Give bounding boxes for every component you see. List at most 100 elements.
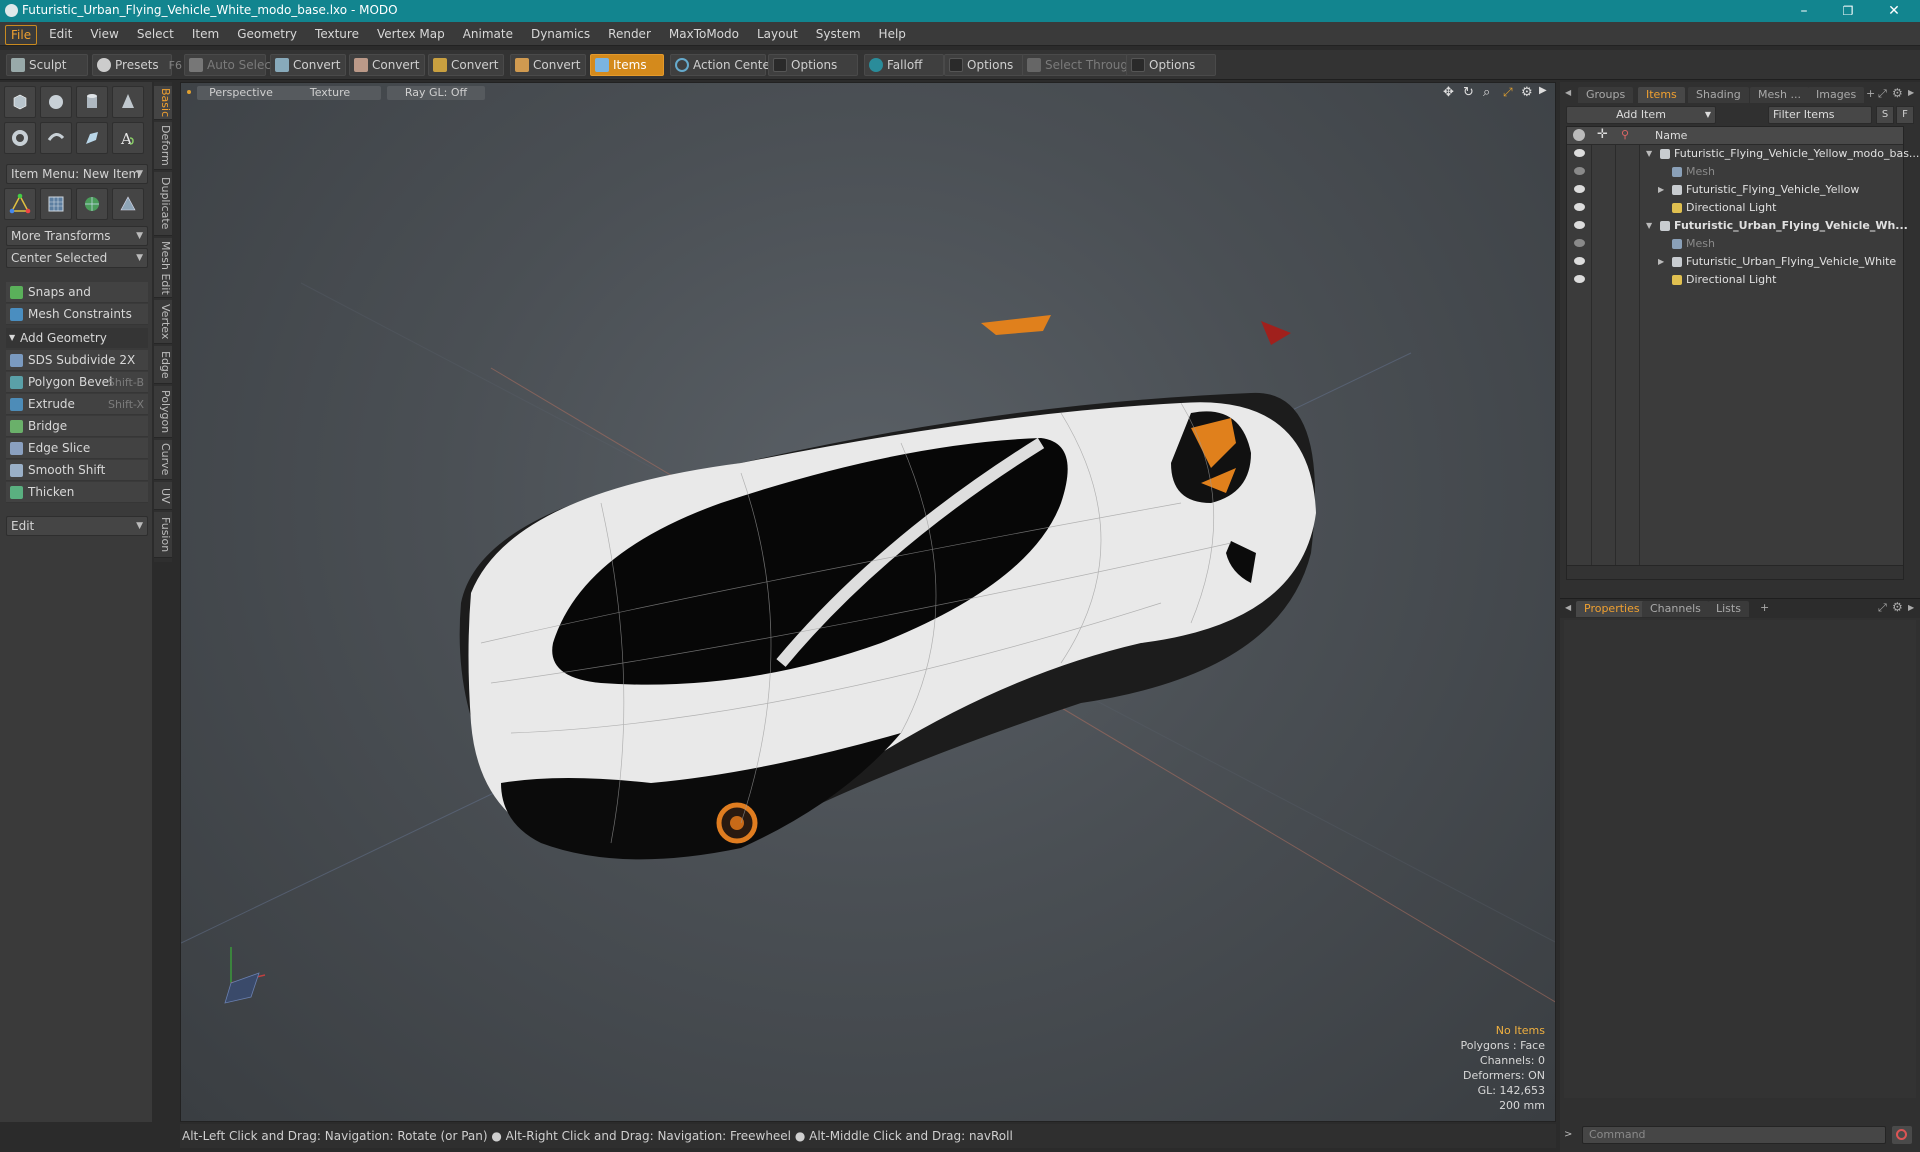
text-tool-icon[interactable]: A xyxy=(112,122,144,154)
tab-shading[interactable]: Shading xyxy=(1688,87,1749,103)
search-s-button[interactable]: S xyxy=(1876,106,1894,124)
pyramid-icon[interactable] xyxy=(112,188,144,220)
tab-vertex[interactable]: Vertex xyxy=(154,300,172,344)
falloff-button[interactable]: Falloff xyxy=(864,54,944,76)
item-tree-row[interactable]: ▶ Futuristic_Urban_Flying_Vehicle_White xyxy=(1566,253,1904,271)
menu-dynamics[interactable]: Dynamics xyxy=(522,22,599,46)
add-item-dropdown[interactable]: Add Item ▼ xyxy=(1566,106,1716,124)
tab-duplicate[interactable]: Duplicate xyxy=(154,172,172,236)
snaps-and-precision-button[interactable]: Snaps and Precision xyxy=(6,282,148,320)
tab-lists[interactable]: Lists xyxy=(1708,601,1749,617)
globe-icon[interactable] xyxy=(76,188,108,220)
add-geometry-header[interactable]: ▼ Add Geometry xyxy=(6,328,148,348)
action-center-button[interactable]: Action Center xyxy=(670,54,775,76)
visibility-eye-icon[interactable] xyxy=(1574,203,1585,211)
smooth-shift-button[interactable]: Smooth Shift xyxy=(6,460,148,481)
select-through-options-button[interactable]: Options xyxy=(1126,54,1216,76)
visibility-eye-icon[interactable] xyxy=(1574,167,1585,175)
convert-edges-button[interactable]: Convert xyxy=(349,54,425,76)
cylinder-icon[interactable] xyxy=(76,86,108,118)
convert-vertices-button[interactable]: Convert xyxy=(270,54,346,76)
menu-view[interactable]: View xyxy=(81,22,127,46)
visibility-eye-icon[interactable] xyxy=(1574,221,1585,229)
filter-f-button[interactable]: F xyxy=(1896,106,1914,124)
menu-geometry[interactable]: Geometry xyxy=(228,22,306,46)
item-tree-row[interactable]: Mesh xyxy=(1566,235,1904,253)
item-tree-row[interactable]: ▼ Futuristic_Urban_Flying_Vehicle_Wh... xyxy=(1566,217,1908,235)
command-input[interactable]: Command xyxy=(1582,1126,1886,1144)
filter-items-input[interactable]: Filter Items xyxy=(1768,106,1872,124)
menu-system[interactable]: System xyxy=(807,22,870,46)
tab-fusion[interactable]: Fusion xyxy=(154,512,172,558)
tab-channels[interactable]: Channels xyxy=(1642,601,1709,617)
visibility-eye-icon[interactable] xyxy=(1574,185,1585,193)
panel-menu-icon[interactable]: ◀ xyxy=(1565,603,1571,612)
gear-icon[interactable]: ⚙ xyxy=(1892,600,1903,614)
edit-dropdown[interactable]: Edit ▼ xyxy=(6,516,148,536)
edge-slice-button[interactable]: Edge Slice xyxy=(6,438,148,459)
expand-chevron-down-icon[interactable]: ▼ xyxy=(1646,217,1652,235)
visibility-eye-icon[interactable] xyxy=(1574,257,1585,265)
expand-chevron-right-icon[interactable]: ▶ xyxy=(1658,253,1664,271)
tab-basic[interactable]: Basic xyxy=(154,86,172,120)
center-selected-dropdown[interactable]: Center Selected ▼ xyxy=(6,248,148,268)
mesh-constraints-button[interactable]: Mesh Constraints xyxy=(6,304,148,325)
falloff-options-button[interactable]: Options xyxy=(944,54,1024,76)
menu-file[interactable]: File xyxy=(5,24,38,45)
panel-menu-icon[interactable]: ◀ xyxy=(1565,88,1571,97)
presets-button[interactable]: Presets F6 xyxy=(92,54,182,76)
menu-animate[interactable]: Animate xyxy=(454,22,522,46)
menu-select[interactable]: Select xyxy=(128,22,183,46)
tab-properties[interactable]: Properties xyxy=(1576,601,1648,617)
thicken-button[interactable]: Thicken xyxy=(6,482,148,503)
sphere-icon[interactable] xyxy=(40,86,72,118)
name-column-header[interactable]: Name xyxy=(1655,129,1687,142)
grid-icon[interactable] xyxy=(40,188,72,220)
chevron-right-icon[interactable]: ▶ xyxy=(1908,603,1914,612)
extrude-button[interactable]: Extrude Shift-X xyxy=(6,394,148,415)
tube-icon[interactable] xyxy=(40,122,72,154)
tab-edge[interactable]: Edge xyxy=(154,346,172,384)
menu-layout[interactable]: Layout xyxy=(748,22,807,46)
tab-items[interactable]: Items xyxy=(1638,87,1685,103)
sds-subdivide-button[interactable]: SDS Subdivide 2X xyxy=(6,350,148,371)
expand-chevron-right-icon[interactable]: ▶ xyxy=(1658,181,1664,199)
menu-edit[interactable]: Edit xyxy=(40,22,81,46)
tab-mesh-edit[interactable]: Mesh Edit xyxy=(154,238,172,298)
command-history-icon[interactable]: > xyxy=(1564,1129,1572,1140)
gear-icon[interactable]: ⚙ xyxy=(1892,86,1903,100)
tab-groups[interactable]: Groups xyxy=(1578,87,1634,103)
item-tree-row[interactable]: Mesh xyxy=(1566,163,1904,181)
torus-icon[interactable] xyxy=(4,122,36,154)
transform-icon[interactable] xyxy=(4,188,36,220)
tab-uv[interactable]: UV xyxy=(154,482,172,510)
pen-icon[interactable] xyxy=(76,122,108,154)
menu-texture[interactable]: Texture xyxy=(306,22,368,46)
bridge-button[interactable]: Bridge xyxy=(6,416,148,437)
items-mode-button[interactable]: Items xyxy=(590,54,664,76)
item-tree-row[interactable]: Directional Light xyxy=(1566,271,1904,289)
convert-materials-button[interactable]: Convert xyxy=(510,54,586,76)
chevron-right-icon[interactable]: ▶ xyxy=(1908,88,1914,97)
item-menu-dropdown[interactable]: Item Menu: New Item ▼ xyxy=(6,164,148,184)
menu-maxtomodo[interactable]: MaxToModo xyxy=(660,22,748,46)
visibility-eye-icon[interactable] xyxy=(1574,275,1585,283)
item-tree-row[interactable]: ▼ Futuristic_Flying_Vehicle_Yellow_modo_b… xyxy=(1566,145,1919,163)
cube-icon[interactable] xyxy=(4,86,36,118)
tab-mesh[interactable]: Mesh ... xyxy=(1750,87,1809,103)
tab-images[interactable]: Images xyxy=(1808,87,1865,103)
horizontal-scrollbar[interactable] xyxy=(1567,565,1903,579)
add-tab-icon[interactable]: + xyxy=(1866,87,1875,100)
menu-render[interactable]: Render xyxy=(599,22,660,46)
menu-help[interactable]: Help xyxy=(870,22,915,46)
polygon-bevel-button[interactable]: Polygon Bevel Shift-B xyxy=(6,372,148,393)
convert-polygons-button[interactable]: Convert xyxy=(428,54,504,76)
maximize-button[interactable]: ❐ xyxy=(1826,1,1870,21)
expand-icon[interactable]: ⤢ xyxy=(1878,87,1887,101)
tab-polygon[interactable]: Polygon xyxy=(154,386,172,438)
add-tab-icon[interactable]: + xyxy=(1760,601,1769,614)
item-tree-row[interactable]: ▶ Futuristic_Flying_Vehicle_Yellow xyxy=(1566,181,1904,199)
menu-item[interactable]: Item xyxy=(183,22,228,46)
action-center-options-button[interactable]: Options xyxy=(768,54,858,76)
visibility-eye-icon[interactable] xyxy=(1574,239,1585,247)
